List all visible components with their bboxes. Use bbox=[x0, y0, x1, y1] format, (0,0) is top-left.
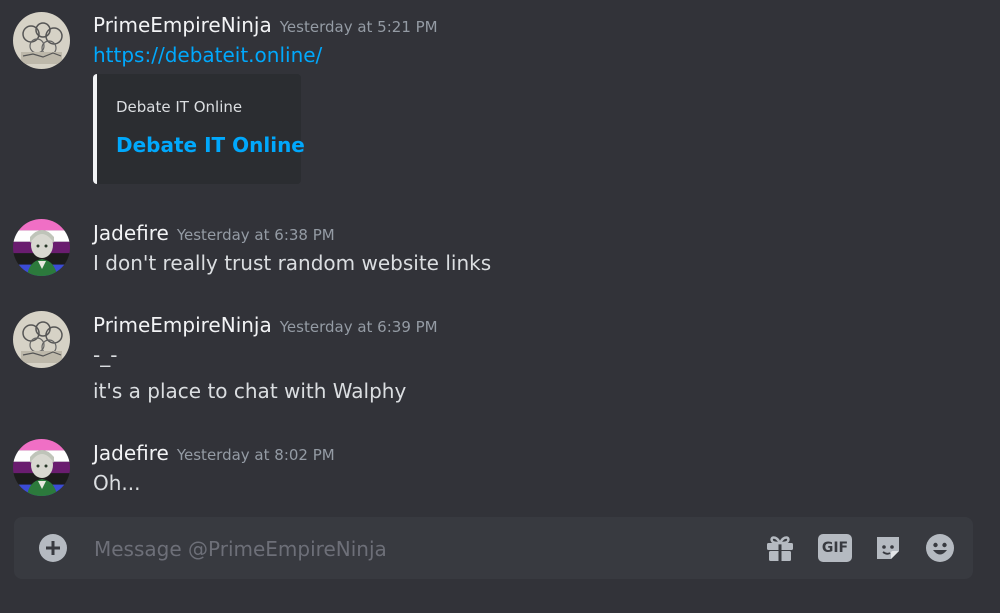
plus-circle-icon[interactable] bbox=[39, 534, 67, 562]
message-input[interactable] bbox=[92, 532, 736, 566]
emoji-icon[interactable] bbox=[924, 532, 956, 564]
timestamp: Yesterday at 6:39 PM bbox=[279, 318, 438, 336]
timestamp: Yesterday at 8:02 PM bbox=[176, 446, 335, 464]
gif-icon[interactable]: GIF bbox=[818, 532, 852, 564]
message-text: -_- bbox=[93, 343, 118, 367]
link-embed: Debate IT Online Debate IT Online bbox=[93, 74, 305, 184]
embed-title[interactable]: Debate IT Online bbox=[116, 133, 305, 157]
sticker-icon[interactable] bbox=[872, 532, 904, 564]
avatar-image bbox=[13, 311, 70, 368]
chat-view: PrimeEmpireNinja Yesterday at 5:21 PM htt… bbox=[0, 0, 1000, 613]
avatar[interactable] bbox=[13, 311, 70, 368]
avatar[interactable] bbox=[13, 219, 70, 276]
username[interactable]: PrimeEmpireNinja bbox=[93, 13, 272, 37]
message-header: PrimeEmpireNinja Yesterday at 5:21 PM bbox=[93, 13, 438, 37]
timestamp: Yesterday at 5:21 PM bbox=[279, 18, 438, 36]
avatar[interactable] bbox=[13, 439, 70, 496]
avatar-image bbox=[13, 439, 70, 496]
avatar[interactable] bbox=[13, 12, 70, 69]
message-text: Oh... bbox=[93, 471, 141, 495]
gif-label: GIF bbox=[818, 534, 852, 562]
message-text: it's a place to chat with Walphy bbox=[93, 379, 407, 403]
message-header: Jadefire Yesterday at 6:38 PM bbox=[93, 221, 335, 245]
message-header: PrimeEmpireNinja Yesterday at 6:39 PM bbox=[93, 313, 438, 337]
avatar-image bbox=[13, 219, 70, 276]
message-text: I don't really trust random website link… bbox=[93, 251, 492, 275]
message-composer: GIF bbox=[14, 517, 973, 579]
embed-provider: Debate IT Online bbox=[116, 98, 243, 116]
username[interactable]: PrimeEmpireNinja bbox=[93, 313, 272, 337]
avatar-image bbox=[13, 12, 70, 69]
message-content: https://debateit.online/ bbox=[93, 43, 322, 67]
message-header: Jadefire Yesterday at 8:02 PM bbox=[93, 441, 335, 465]
gift-icon[interactable] bbox=[764, 532, 796, 564]
username[interactable]: Jadefire bbox=[93, 441, 169, 465]
timestamp: Yesterday at 6:38 PM bbox=[176, 226, 335, 244]
username[interactable]: Jadefire bbox=[93, 221, 169, 245]
message-link[interactable]: https://debateit.online/ bbox=[93, 43, 322, 67]
